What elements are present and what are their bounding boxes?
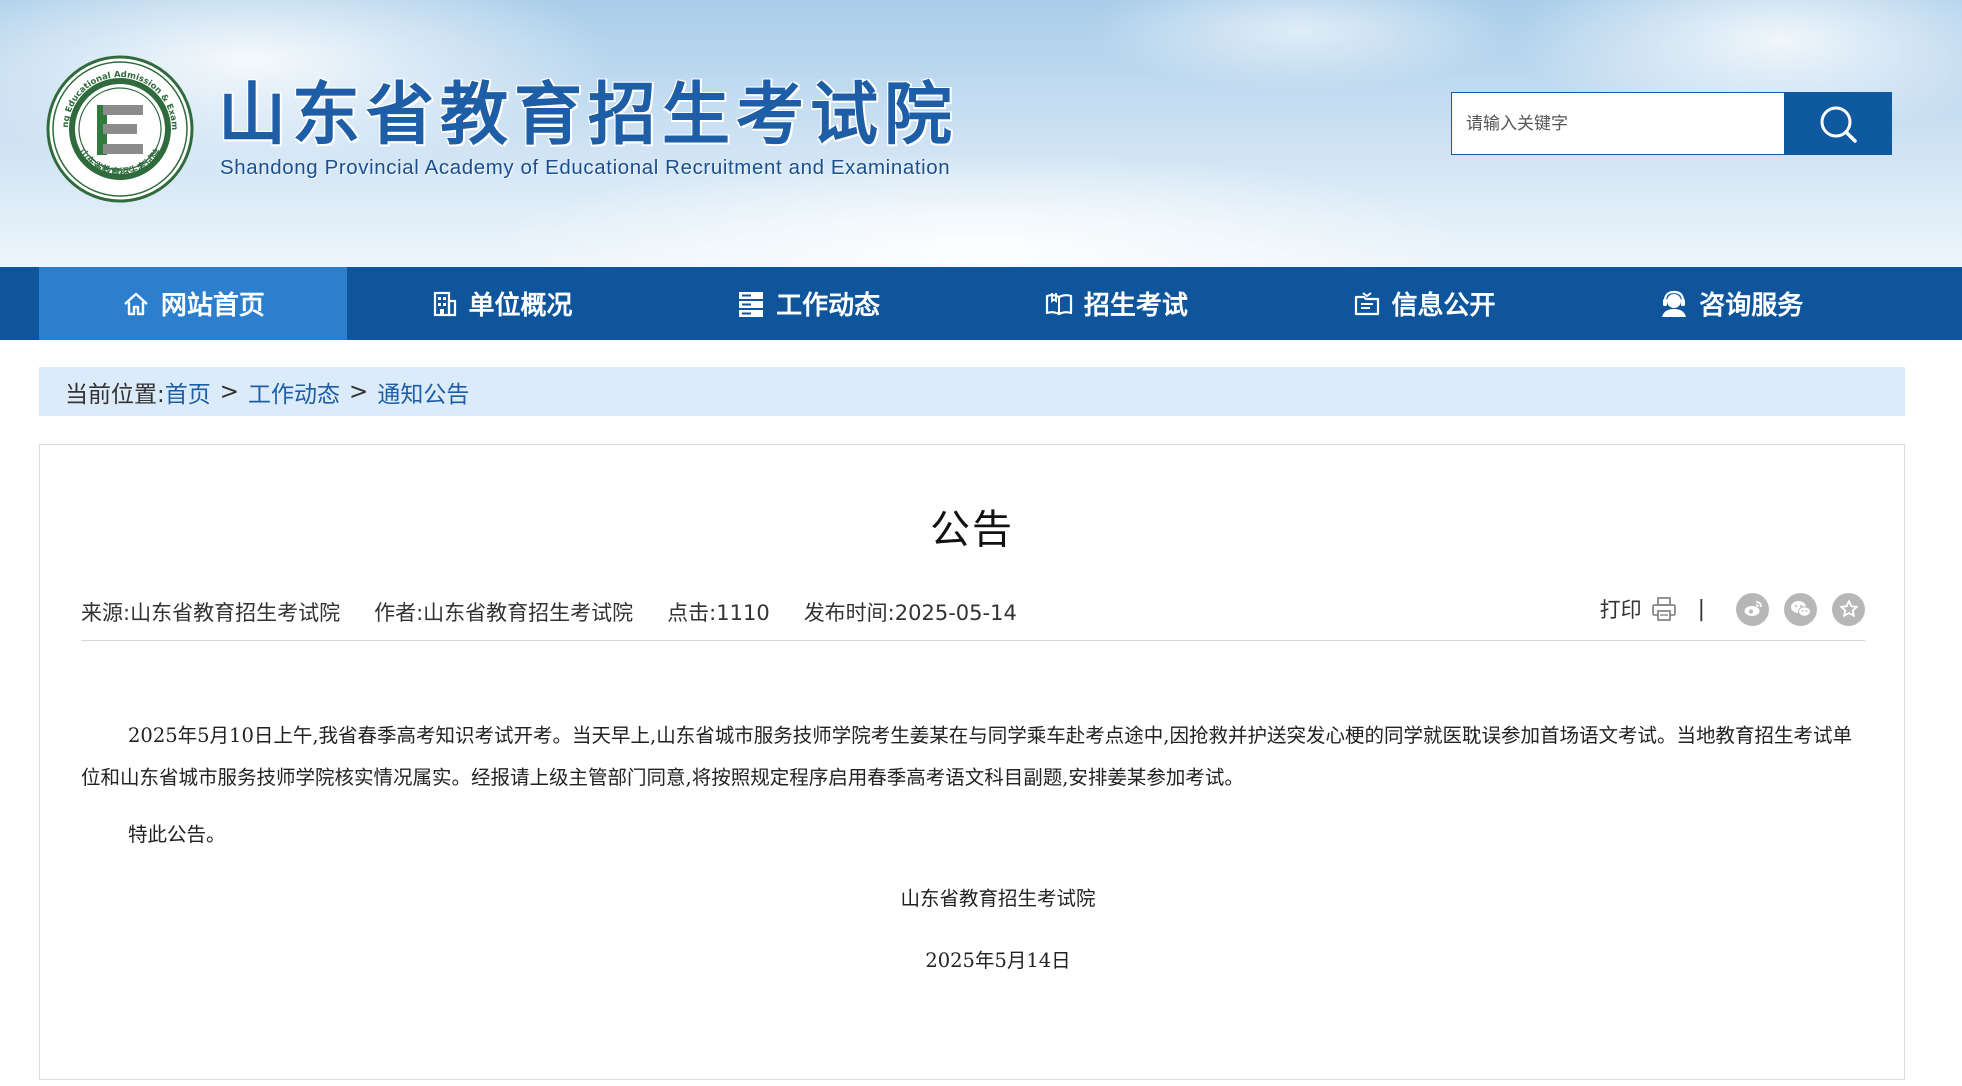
breadcrumb-link-work-news[interactable]: 工作动态 [248, 375, 340, 409]
nav-item-label: 工作动态 [776, 291, 881, 321]
nav-item-label: 咨询服务 [1699, 291, 1804, 321]
main-nav: 网站首页 单位概况 工作动态 招生考试 信息公开 咨询服务 [0, 267, 1962, 340]
nav-item-label: 网站首页 [160, 291, 265, 321]
article-tools: 打印 | [1600, 591, 1865, 627]
meta-clicks: 点击:1110 [667, 601, 770, 625]
nav-item-work-news[interactable]: 工作动态 [654, 267, 962, 340]
favorite-star-icon[interactable] [1832, 592, 1865, 626]
signature-date: 2025年5月14日 [925, 949, 1071, 972]
nav-item-consulting[interactable]: 咨询服务 [1577, 267, 1885, 340]
server-list-icon [736, 289, 766, 319]
building-icon [429, 289, 459, 319]
meta-source: 来源:山东省教育招生考试院 [81, 601, 341, 625]
article-title: 公告 [930, 507, 1014, 553]
search-button[interactable] [1784, 92, 1892, 155]
site-title: 山东省教育招生考试院 [218, 76, 959, 155]
article-body: 2025年5月10日上午,我省春季高考知识考试开考。当天早上,山东省城市服务技师… [81, 715, 1871, 799]
meta-author: 作者:山东省教育招生考试院 [374, 601, 634, 625]
breadcrumb-separator: > [349, 378, 369, 405]
nav-item-overview[interactable]: 单位概况 [347, 267, 655, 340]
meta-published: 发布时间:2025-05-14 [803, 601, 1017, 625]
nav-item-admission-exam[interactable]: 招生考试 [962, 267, 1270, 340]
article-panel: 公告 来源:山东省教育招生考试院 作者:山东省教育招生考试院 点击:1110 发… [39, 444, 1905, 1080]
header-banner: Shandong Educational Admission & Examina… [0, 0, 1962, 267]
nav-item-label: 招生考试 [1083, 291, 1188, 321]
article-paragraph: 2025年5月10日上午,我省春季高考知识考试开考。当天早上,山东省城市服务技师… [81, 724, 1852, 789]
academy-seal-logo[interactable]: Shandong Educational Admission & Examina… [43, 48, 194, 203]
article-closing: 特此公告。 [128, 823, 226, 846]
search-input[interactable] [1451, 92, 1784, 155]
headset-user-icon [1659, 289, 1689, 319]
open-book-icon [1044, 289, 1074, 319]
weibo-icon[interactable] [1736, 592, 1769, 626]
breadcrumb-prefix: 当前位置: [65, 381, 165, 408]
breadcrumb-separator: > [219, 378, 240, 405]
print-link[interactable]: 打印 [1600, 594, 1642, 624]
folder-doc-icon [1352, 289, 1382, 319]
nav-item-info-disclosure[interactable]: 信息公开 [1270, 267, 1578, 340]
signature-org: 山东省教育招生考试院 [900, 887, 1096, 910]
tools-divider: | [1697, 596, 1705, 622]
wechat-icon[interactable] [1784, 592, 1817, 626]
breadcrumb-link-notices[interactable]: 通知公告 [377, 375, 469, 409]
nav-item-label: 单位概况 [468, 291, 573, 321]
nav-item-home[interactable]: 网站首页 [39, 267, 347, 340]
printer-icon[interactable] [1650, 595, 1678, 623]
search-box [1451, 92, 1892, 155]
search-icon [1817, 103, 1859, 145]
article-meta: 来源:山东省教育招生考试院 作者:山东省教育招生考试院 点击:1110 发布时间… [81, 597, 1051, 627]
breadcrumb-link-home[interactable]: 首页 [165, 375, 211, 409]
home-icon [121, 289, 151, 319]
site-title-english: Shandong Provincial Academy of Education… [220, 156, 951, 179]
nav-item-label: 信息公开 [1391, 291, 1496, 321]
meta-divider [81, 640, 1865, 641]
breadcrumb: 当前位置: 首页 > 工作动态 > 通知公告 [39, 367, 1905, 416]
